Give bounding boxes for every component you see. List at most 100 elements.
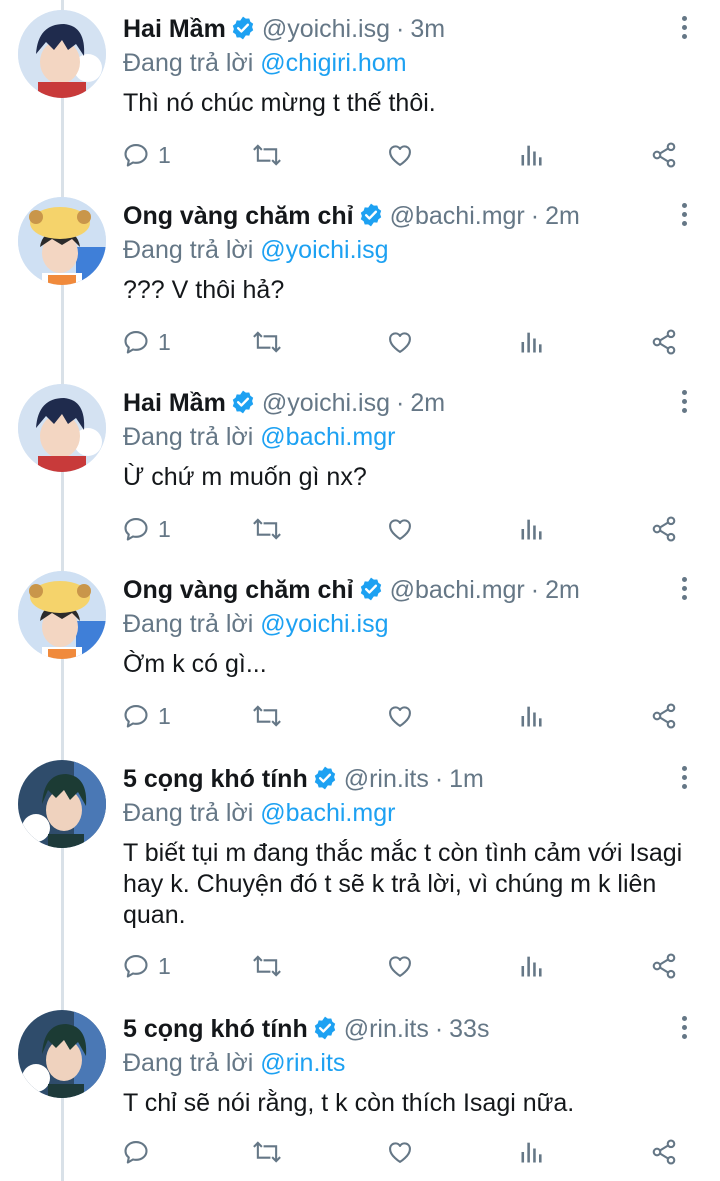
tweet-header: Ong vàng chăm chỉ @bachi.mgr · 2m (123, 573, 670, 607)
reply-button[interactable]: 1 (122, 324, 171, 360)
retweet-icon (253, 144, 281, 166)
reply-button[interactable]: 1 (122, 948, 171, 984)
avatar[interactable] (18, 1010, 106, 1098)
heart-icon (389, 519, 411, 540)
heart-icon (389, 956, 411, 977)
bar-chart-icon (521, 956, 542, 977)
stats-button[interactable] (519, 137, 545, 173)
display-name[interactable]: 5 cọng khó tính (123, 765, 308, 793)
avatar[interactable] (18, 197, 106, 285)
like-button[interactable] (386, 698, 414, 734)
tweet[interactable]: Ong vàng chăm chỉ @bachi.mgr · 2m Đang trả … (0, 187, 720, 374)
tweet-text: T chỉ sẽ nói rằng, t k còn thích Isagi n… (123, 1089, 575, 1117)
display-name[interactable]: Ong vàng chăm chỉ (123, 202, 354, 230)
verified-badge-icon (312, 1015, 338, 1041)
retweet-button[interactable] (251, 948, 283, 984)
avatar[interactable] (18, 760, 106, 848)
stats-button[interactable] (519, 698, 545, 734)
tweet[interactable]: Ong vàng chăm chỉ @bachi.mgr · 2m Đang trả … (0, 561, 720, 748)
stats-button[interactable] (519, 324, 545, 360)
like-button[interactable] (386, 1134, 414, 1170)
stats-button[interactable] (519, 1134, 545, 1170)
display-name[interactable]: Ong vàng chăm chỉ (123, 576, 354, 604)
display-name[interactable]: Hai Mầm (123, 15, 226, 43)
avatar-image (18, 571, 106, 659)
avatar[interactable] (18, 384, 106, 472)
action-bar: 1 (0, 324, 720, 360)
action-bar (0, 1134, 720, 1170)
user-handle[interactable]: @yoichi.isg (262, 15, 390, 43)
retweet-icon (253, 955, 281, 977)
reply-button[interactable]: 1 (122, 137, 171, 173)
retweet-button[interactable] (251, 698, 283, 734)
avatar[interactable] (18, 571, 106, 659)
retweet-button[interactable] (251, 137, 283, 173)
reply-button[interactable]: 1 (122, 698, 171, 734)
mention-link[interactable]: @bachi.mgr (260, 799, 395, 827)
verified-badge-icon (230, 15, 256, 41)
replying-prefix: Đang trả lời (123, 610, 261, 638)
user-handle[interactable]: @bachi.mgr (390, 576, 525, 604)
tweet[interactable]: Hai Mầm @yoichi.isg · 3m Đang trả lời @chig… (0, 0, 720, 187)
replying-prefix: Đang trả lời (123, 1049, 261, 1077)
timestamp[interactable]: 2m (545, 202, 580, 230)
user-handle[interactable]: @yoichi.isg (262, 389, 390, 417)
like-button[interactable] (386, 511, 414, 547)
retweet-button[interactable] (251, 511, 283, 547)
share-icon (652, 1139, 676, 1165)
like-button[interactable] (386, 137, 414, 173)
tweet[interactable]: 5 cọng khó tính @rin.its · 1m Đang trả lời … (0, 750, 720, 1000)
avatar[interactable] (18, 10, 106, 98)
tweet[interactable]: Hai Mầm @yoichi.isg · 2m Đang trả lời @bach… (0, 374, 720, 561)
reply-button[interactable] (122, 1134, 158, 1170)
share-icon (652, 516, 676, 542)
more-options-icon[interactable] (674, 16, 694, 46)
stats-button[interactable] (519, 948, 545, 984)
heart-icon (389, 1142, 411, 1163)
mention-link[interactable]: @chigiri.hom (260, 49, 406, 77)
more-options-icon[interactable] (674, 766, 694, 796)
retweet-button[interactable] (251, 1134, 283, 1170)
share-button[interactable] (650, 1134, 678, 1170)
user-handle[interactable]: @rin.its (344, 765, 429, 793)
action-bar: 1 (0, 137, 720, 173)
reply-count: 1 (158, 141, 171, 168)
more-options-icon[interactable] (674, 203, 694, 233)
replying-prefix: Đang trả lời (123, 49, 261, 77)
replying-to: Đang trả lời @chigiri.hom (123, 46, 407, 80)
share-button[interactable] (650, 137, 678, 173)
stats-button[interactable] (519, 511, 545, 547)
timestamp[interactable]: 2m (545, 576, 580, 604)
tweet-text: Ờm k có gì... (123, 650, 267, 678)
more-options-icon[interactable] (674, 577, 694, 607)
user-handle[interactable]: @bachi.mgr (390, 202, 525, 230)
retweet-button[interactable] (251, 324, 283, 360)
timestamp[interactable]: 1m (449, 765, 484, 793)
display-name[interactable]: 5 cọng khó tính (123, 1015, 308, 1043)
timestamp[interactable]: 33s (449, 1015, 489, 1043)
replying-prefix: Đang trả lời (123, 236, 261, 264)
more-options-icon[interactable] (674, 1016, 694, 1046)
timestamp[interactable]: 2m (410, 389, 445, 417)
like-button[interactable] (386, 948, 414, 984)
share-button[interactable] (650, 698, 678, 734)
display-name[interactable]: Hai Mầm (123, 389, 226, 417)
timestamp[interactable]: 3m (410, 15, 445, 43)
reply-button[interactable]: 1 (122, 511, 171, 547)
tweet[interactable]: 5 cọng khó tính @rin.its · 33s Đang trả lời… (0, 1000, 720, 1181)
mention-link[interactable]: @yoichi.isg (260, 236, 388, 264)
like-button[interactable] (386, 324, 414, 360)
replying-to: Đang trả lời @rin.its (123, 1046, 345, 1080)
verified-badge-icon (358, 202, 384, 228)
mention-link[interactable]: @bachi.mgr (260, 423, 395, 451)
share-button[interactable] (650, 324, 678, 360)
share-button[interactable] (650, 948, 678, 984)
mention-link[interactable]: @rin.its (260, 1049, 345, 1077)
more-options-icon[interactable] (674, 390, 694, 420)
avatar-image (18, 1010, 106, 1098)
mention-link[interactable]: @yoichi.isg (260, 610, 388, 638)
user-handle[interactable]: @rin.its (344, 1015, 429, 1043)
tweet-text: Thì nó chúc mừng t thế thôi. (123, 89, 436, 117)
share-button[interactable] (650, 511, 678, 547)
tweet-header: Ong vàng chăm chỉ @bachi.mgr · 2m (123, 199, 670, 233)
